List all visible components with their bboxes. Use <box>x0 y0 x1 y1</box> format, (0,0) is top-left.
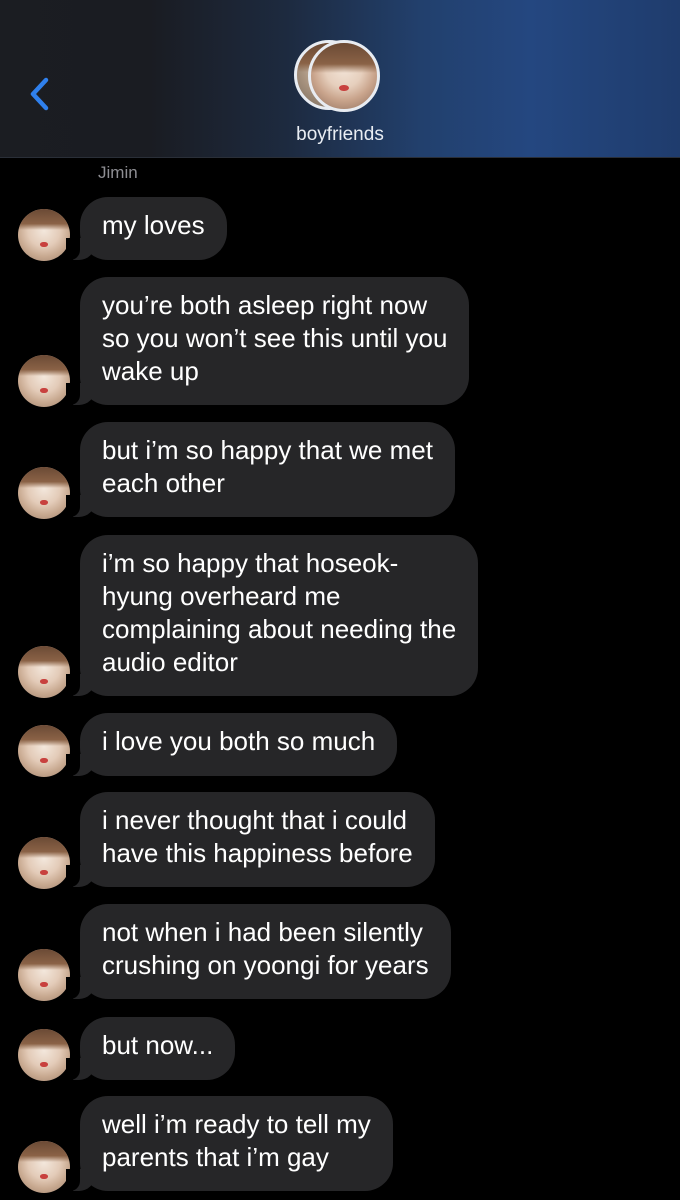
message-line: my loves <box>102 210 205 240</box>
sender-avatar[interactable] <box>18 725 70 777</box>
sender-avatar[interactable] <box>18 1141 70 1193</box>
message-line: well i’m ready to tell my <box>102 1109 371 1139</box>
message-bubble[interactable]: i never thought that i could have this h… <box>66 792 435 887</box>
message-bubble[interactable]: but i’m so happy that we met each other <box>66 422 455 517</box>
message-bubble[interactable]: i love you both so much <box>65 713 398 776</box>
message-bubble[interactable]: not when i had been silently crushing on… <box>66 904 451 999</box>
sender-avatar[interactable] <box>18 209 70 261</box>
sender-name: Jimin <box>98 163 138 182</box>
message-line: crushing on yoongi for years <box>102 950 429 980</box>
message-bubble[interactable]: my loves <box>66 197 227 260</box>
sender-avatar[interactable] <box>18 949 70 1001</box>
sender-avatar[interactable] <box>18 467 70 519</box>
back-button[interactable] <box>22 72 62 116</box>
conversation-header: boyfriends <box>0 0 680 158</box>
message-line: i love you both so much <box>102 726 376 756</box>
message-line: complaining about needing the <box>102 614 457 644</box>
message-bubble[interactable]: i’m so happy that hoseok- hyung overhear… <box>65 535 479 696</box>
message-line: have this happiness before <box>102 838 413 868</box>
message-line: wake up <box>102 356 199 386</box>
message-line: i never thought that i could <box>102 805 407 835</box>
message-line: each other <box>102 468 225 498</box>
message-line: hyung overheard me <box>102 581 341 611</box>
sender-avatar[interactable] <box>18 646 70 698</box>
chevron-left-icon <box>30 77 49 111</box>
message-line: you’re both asleep right now <box>102 290 428 320</box>
message-bubble[interactable]: but now... <box>65 1017 236 1080</box>
message-line: parents that i’m gay <box>102 1142 329 1172</box>
member-avatar-front <box>308 40 380 112</box>
message-line: not when i had been silently <box>102 917 423 947</box>
message-line: i’m so happy that hoseok- <box>102 548 399 578</box>
group-avatar[interactable] <box>292 38 392 118</box>
sender-avatar[interactable] <box>18 1029 70 1081</box>
message-line: but now... <box>102 1030 214 1060</box>
message-line: audio editor <box>102 647 238 677</box>
sender-avatar[interactable] <box>18 355 70 407</box>
group-name[interactable]: boyfriends <box>0 124 680 146</box>
message-bubble[interactable]: you’re both asleep right now so you won’… <box>65 277 470 405</box>
message-line: but i’m so happy that we met <box>102 435 433 465</box>
message-line: so you won’t see this until you <box>102 323 448 353</box>
sender-avatar[interactable] <box>18 837 70 889</box>
message-bubble[interactable]: well i’m ready to tell my parents that i… <box>66 1096 393 1191</box>
